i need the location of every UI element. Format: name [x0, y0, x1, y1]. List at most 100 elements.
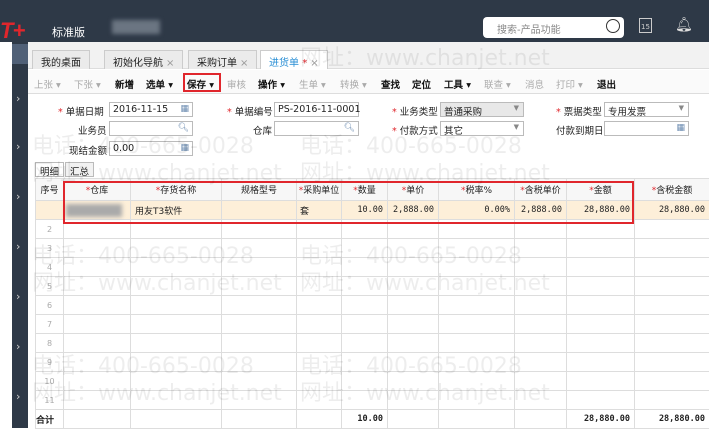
col-name[interactable]: *存货名称: [131, 179, 222, 201]
detail-table: 序号 *仓库 *存货名称 规格型号 *采购单位 *数量 *单价 *税率% *含税…: [35, 178, 709, 429]
app-logo: T+: [0, 18, 24, 44]
tools-button[interactable]: 工具 ▾: [444, 77, 471, 91]
cell-name[interactable]: 用友T3软件: [131, 201, 222, 220]
total-tax-amount: 28,880.00: [635, 410, 709, 429]
close-icon: ×: [310, 58, 318, 69]
total-label: 合计: [36, 410, 64, 429]
table-row[interactable]: 3: [36, 239, 709, 258]
next-button[interactable]: 下张 ▾: [74, 77, 101, 91]
message-button[interactable]: 消息: [525, 77, 544, 91]
col-amount[interactable]: *金额: [567, 179, 635, 201]
tab-init-nav[interactable]: 初始化导航×: [104, 50, 183, 69]
calendar-icon[interactable]: 15: [639, 18, 652, 33]
tab-bar: 我的桌面 初始化导航× 采购订单× 进货单 *×: [28, 42, 709, 69]
bell-icon[interactable]: 🔔︎: [675, 17, 693, 33]
search-icon: 🔍︎: [344, 123, 355, 133]
warehouse-field[interactable]: 🔍︎: [274, 121, 359, 136]
chevron-right-icon[interactable]: ›: [16, 390, 20, 403]
col-tax-rate[interactable]: *税率%: [439, 179, 515, 201]
convert-button[interactable]: 转换 ▾: [340, 77, 367, 91]
cell-tax-rate[interactable]: 0.00%: [439, 201, 515, 220]
cell-amount[interactable]: 28,880.00: [567, 201, 635, 220]
top-bar: T+ 标准版 搜索-产品功能 15 🔔︎: [0, 0, 709, 42]
tab-purchase-order[interactable]: 采购订单×: [188, 50, 257, 69]
table-row[interactable]: 8: [36, 334, 709, 353]
exit-button[interactable]: 退出: [597, 77, 616, 91]
table-row[interactable]: 6: [36, 296, 709, 315]
cash-field[interactable]: 0.00▦: [109, 141, 193, 156]
invoice-type-select[interactable]: 专用发票▼: [604, 102, 689, 117]
chevron-right-icon[interactable]: ›: [16, 240, 20, 253]
col-tax-price[interactable]: *含税单价: [515, 179, 567, 201]
sidebar: › › › › › › ›: [12, 42, 28, 428]
calendar-icon: ▦: [180, 104, 189, 114]
table-row[interactable]: 9: [36, 353, 709, 372]
col-spec[interactable]: 规格型号: [222, 179, 297, 201]
table-row[interactable]: 4: [36, 258, 709, 277]
sidebar-active[interactable]: [12, 44, 28, 64]
chevron-right-icon[interactable]: ›: [16, 290, 20, 303]
table-row[interactable]: 7: [36, 315, 709, 334]
generate-button[interactable]: 生单 ▾: [299, 77, 326, 91]
cell-price[interactable]: 2,888.00: [388, 201, 439, 220]
biz-type-label: *业务类型: [392, 104, 438, 118]
due-date-field[interactable]: ▦: [604, 121, 689, 136]
tab-detail[interactable]: 明细: [35, 162, 64, 177]
cash-label: 现结金额: [69, 143, 107, 157]
col-qty[interactable]: *数量: [342, 179, 388, 201]
chevron-right-icon[interactable]: ›: [16, 190, 20, 203]
table-row[interactable]: 11: [36, 391, 709, 410]
redacted-company: [112, 20, 160, 34]
calculator-icon: ▦: [180, 143, 189, 153]
due-date-label: 付款到期日: [556, 123, 604, 137]
link-query-button[interactable]: 联查 ▾: [484, 77, 511, 91]
edition-label: 标准版: [52, 24, 85, 40]
cell-tax-price[interactable]: 2,888.00: [515, 201, 567, 220]
cell-spec[interactable]: [222, 201, 297, 220]
cell-unit[interactable]: 套: [297, 201, 342, 220]
col-no: 序号: [36, 179, 64, 201]
date-field[interactable]: 2016-11-15▦: [109, 102, 193, 117]
save-highlight: [183, 73, 221, 92]
table-row[interactable]: 用友T3软件 套 10.00 2,888.00 0.00% 2,888.00 2…: [36, 201, 709, 220]
prev-button[interactable]: 上张 ▾: [34, 77, 61, 91]
col-unit[interactable]: *采购单位: [297, 179, 342, 201]
toolbar: 上张 ▾ 下张 ▾ 新增 选单 ▾ 保存 ▾ 审核 操作 ▾ 生单 ▾ 转换 ▾…: [28, 70, 709, 94]
table-row[interactable]: 5: [36, 277, 709, 296]
cell-tax-amount[interactable]: 28,880.00: [635, 201, 709, 220]
locate-button[interactable]: 定位: [412, 77, 431, 91]
col-price[interactable]: *单价: [388, 179, 439, 201]
col-tax-amount[interactable]: *含税金额: [635, 179, 709, 201]
select-button[interactable]: 选单 ▾: [146, 77, 173, 91]
clerk-field[interactable]: 🔍︎: [109, 121, 193, 136]
biz-type-select[interactable]: 普通采购▼: [440, 102, 524, 117]
tab-purchase-receipt[interactable]: 进货单 *×: [260, 50, 328, 69]
close-icon: ×: [240, 58, 248, 69]
tab-summary[interactable]: 汇总: [65, 162, 94, 177]
find-button[interactable]: 查找: [381, 77, 400, 91]
chevron-right-icon[interactable]: ›: [16, 140, 20, 153]
chevron-right-icon[interactable]: ›: [16, 92, 20, 105]
dropdown-icon: ▼: [514, 123, 519, 131]
close-icon: ×: [166, 58, 174, 69]
dropdown-icon: ▼: [514, 104, 519, 112]
col-warehouse[interactable]: *仓库: [64, 179, 131, 201]
dropdown-icon: ▼: [679, 104, 684, 112]
code-field[interactable]: PS-2016-11-0001: [274, 102, 359, 117]
table-row[interactable]: 10: [36, 372, 709, 391]
invoice-type-label: *票据类型: [556, 104, 602, 118]
warehouse-label: 仓库: [253, 123, 272, 137]
cell-qty[interactable]: 10.00: [342, 201, 388, 220]
new-button[interactable]: 新增: [115, 77, 134, 91]
total-amount: 28,880.00: [567, 410, 635, 429]
operate-button[interactable]: 操作 ▾: [258, 77, 285, 91]
search-icon: 🔍︎: [178, 123, 189, 133]
tab-desktop[interactable]: 我的桌面: [32, 50, 90, 69]
search-icon[interactable]: [606, 19, 620, 33]
audit-button[interactable]: 审核: [227, 77, 246, 91]
print-button[interactable]: 打印 ▾: [556, 77, 583, 91]
chevron-right-icon[interactable]: ›: [16, 340, 20, 353]
search-input[interactable]: 搜索-产品功能: [483, 17, 624, 38]
table-row[interactable]: 2: [36, 220, 709, 239]
pay-method-select[interactable]: 其它▼: [440, 121, 524, 136]
